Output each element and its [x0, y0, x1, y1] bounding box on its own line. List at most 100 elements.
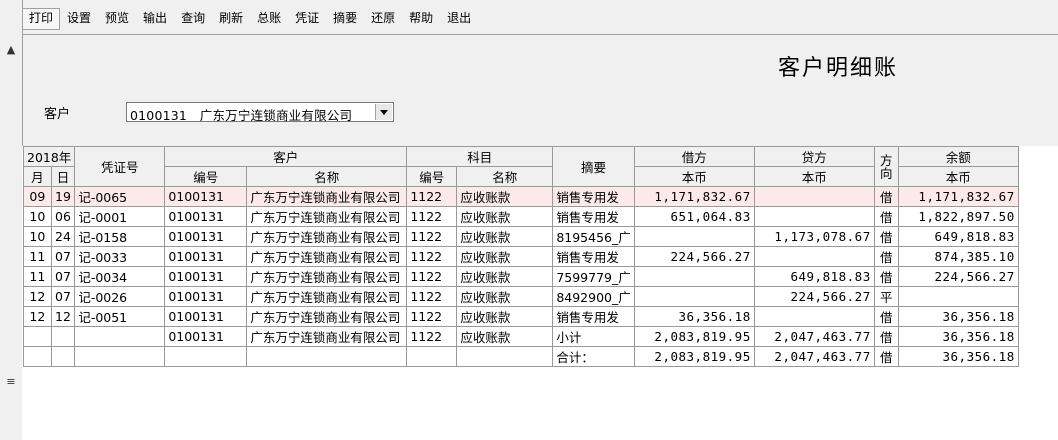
cell-customer-name: 广东万宁连锁商业有限公司: [246, 266, 408, 287]
chevron-down-icon: [380, 109, 388, 115]
page-title: 客户明细账: [778, 56, 899, 81]
header-balance-currency: 本币: [897, 166, 1019, 187]
table-row[interactable]: 12 07 记-0026 0100131 广东万宁连锁商业有限公司 1122 应…: [23, 286, 1019, 307]
cell-credit: 2,047,463.77: [753, 346, 875, 367]
cell-direction: 借: [873, 206, 899, 227]
header-row-2: 月 日 编号 名称 编号 名称 本币 本币 本币: [23, 166, 1019, 187]
cell-summary: 8492900_广: [552, 286, 635, 307]
collapse-up-icon[interactable]: ▲: [5, 44, 17, 56]
header-customer-code: 编号: [164, 166, 248, 187]
cell-subject-code: 1122: [406, 306, 458, 327]
cell-summary: 8195456_广: [552, 226, 635, 247]
cell-balance: [897, 286, 1019, 307]
cell-customer-name: 广东万宁连锁商业有限公司: [246, 206, 408, 227]
toolbar-query-button[interactable]: 查询: [174, 8, 212, 30]
cell-subject-name: 应收账款: [456, 266, 554, 287]
toolbar-voucher-button[interactable]: 凭证: [288, 8, 326, 30]
cell-customer-name: 广东万宁连锁商业有限公司: [246, 326, 408, 347]
cell-debit: [633, 286, 755, 307]
customer-select-value: 0100131 广东万宁连锁商业有限公司: [130, 108, 353, 123]
table-row[interactable]: 11 07 记-0033 0100131 广东万宁连锁商业有限公司 1122 应…: [23, 246, 1019, 267]
cell-summary: 小计: [552, 326, 635, 347]
cell-direction: 借: [873, 326, 899, 347]
cell-day: 19: [50, 186, 76, 207]
cell-summary: 销售专用发: [552, 306, 635, 327]
cell-debit: [633, 226, 755, 247]
cell-customer-code: 0100131: [164, 286, 248, 307]
menu-grip-icon[interactable]: ≡: [5, 376, 17, 388]
cell-subject-code: 1122: [406, 266, 458, 287]
cell-summary: 销售专用发: [552, 206, 635, 227]
customer-select[interactable]: 0100131 广东万宁连锁商业有限公司: [126, 102, 394, 123]
toolbar-restore-button[interactable]: 还原: [364, 8, 402, 30]
cell-month: 11: [23, 246, 52, 267]
table-row[interactable]: 11 07 记-0034 0100131 广东万宁连锁商业有限公司 1122 应…: [23, 266, 1019, 287]
cell-subject-code: 1122: [406, 326, 458, 347]
cell-customer-code: 0100131: [164, 246, 248, 267]
cell-balance: 36,356.18: [897, 306, 1019, 327]
toolbar-refresh-button[interactable]: 刷新: [212, 8, 250, 30]
cell-summary: 合计：: [552, 346, 635, 367]
cell-customer-name: [246, 346, 408, 367]
cell-customer-name: 广东万宁连锁商业有限公司: [246, 286, 408, 307]
cell-debit: 2,083,819.95: [633, 326, 755, 347]
toolbar-summary-button[interactable]: 摘要: [326, 8, 364, 30]
cell-subject-code: 1122: [406, 286, 458, 307]
cell-debit: 2,083,819.95: [633, 346, 755, 367]
cell-debit: 651,064.83: [633, 206, 755, 227]
cell-balance: 874,385.10: [897, 246, 1019, 267]
cell-day: [50, 326, 76, 347]
cell-customer-code: 0100131: [164, 266, 248, 287]
ledger-table: 2018年 凭证号 客户 科目 摘要 借方 贷方 方向 余额 月 日 编号 名称…: [22, 146, 1019, 367]
cell-voucher[interactable]: 记-0026: [74, 286, 166, 307]
cell-voucher[interactable]: 记-0065: [74, 186, 166, 207]
toolbar-help-button[interactable]: 帮助: [402, 8, 440, 30]
cell-credit: [753, 206, 875, 227]
subtotal-row[interactable]: 0100131 广东万宁连锁商业有限公司 1122 应收账款 小计 2,083,…: [23, 326, 1019, 347]
cell-voucher[interactable]: 记-0001: [74, 206, 166, 227]
cell-customer-code: 0100131: [164, 186, 248, 207]
customer-select-dropdown-button[interactable]: [375, 104, 392, 120]
left-side-panel: ▲ ≡: [0, 0, 23, 440]
cell-voucher[interactable]: 记-0158: [74, 226, 166, 247]
cell-balance: 1,171,832.67: [897, 186, 1019, 207]
cell-credit: 649,818.83: [753, 266, 875, 287]
table-row[interactable]: 10 06 记-0001 0100131 广东万宁连锁商业有限公司 1122 应…: [23, 206, 1019, 227]
cell-day: 07: [50, 246, 76, 267]
cell-direction: 借: [873, 266, 899, 287]
cell-subject-code: 1122: [406, 226, 458, 247]
cell-balance: 224,566.27: [897, 266, 1019, 287]
header-month: 月: [23, 166, 52, 187]
header-summary: 摘要: [552, 146, 635, 187]
cell-debit: 1,171,832.67: [633, 186, 755, 207]
cell-month: [23, 346, 52, 367]
toolbar-general-ledger-button[interactable]: 总账: [250, 8, 288, 30]
cell-voucher[interactable]: 记-0051: [74, 306, 166, 327]
cell-subject-name: 应收账款: [456, 306, 554, 327]
cell-credit: 224,566.27: [753, 286, 875, 307]
toolbar-settings-button[interactable]: 设置: [60, 8, 98, 30]
cell-subject-name: 应收账款: [456, 326, 554, 347]
toolbar-export-button[interactable]: 输出: [136, 8, 174, 30]
total-row[interactable]: 合计： 2,083,819.95 2,047,463.77 借 36,356.1…: [23, 346, 1019, 367]
header-subject: 科目: [406, 146, 554, 167]
cell-customer-code: 0100131: [164, 326, 248, 347]
toolbar-exit-button[interactable]: 退出: [440, 8, 478, 30]
cell-voucher[interactable]: 记-0033: [74, 246, 166, 267]
cell-balance: 1,822,897.50: [897, 206, 1019, 227]
table-row[interactable]: 12 12 记-0051 0100131 广东万宁连锁商业有限公司 1122 应…: [23, 306, 1019, 327]
table-row[interactable]: 10 24 记-0158 0100131 广东万宁连锁商业有限公司 1122 应…: [23, 226, 1019, 247]
header-subject-code: 编号: [406, 166, 458, 187]
cell-month: 10: [23, 206, 52, 227]
cell-subject-name: 应收账款: [456, 246, 554, 267]
table-row[interactable]: 09 19 记-0065 0100131 广东万宁连锁商业有限公司 1122 应…: [23, 186, 1019, 207]
cell-summary: 销售专用发: [552, 246, 635, 267]
cell-direction: 借: [873, 186, 899, 207]
toolbar-print-button[interactable]: 打印: [22, 8, 61, 30]
cell-credit: 2,047,463.77: [753, 326, 875, 347]
toolbar-preview-button[interactable]: 预览: [98, 8, 136, 30]
cell-summary: 7599779_广: [552, 266, 635, 287]
cell-voucher[interactable]: 记-0034: [74, 266, 166, 287]
cell-day: 06: [50, 206, 76, 227]
cell-month: [23, 326, 52, 347]
